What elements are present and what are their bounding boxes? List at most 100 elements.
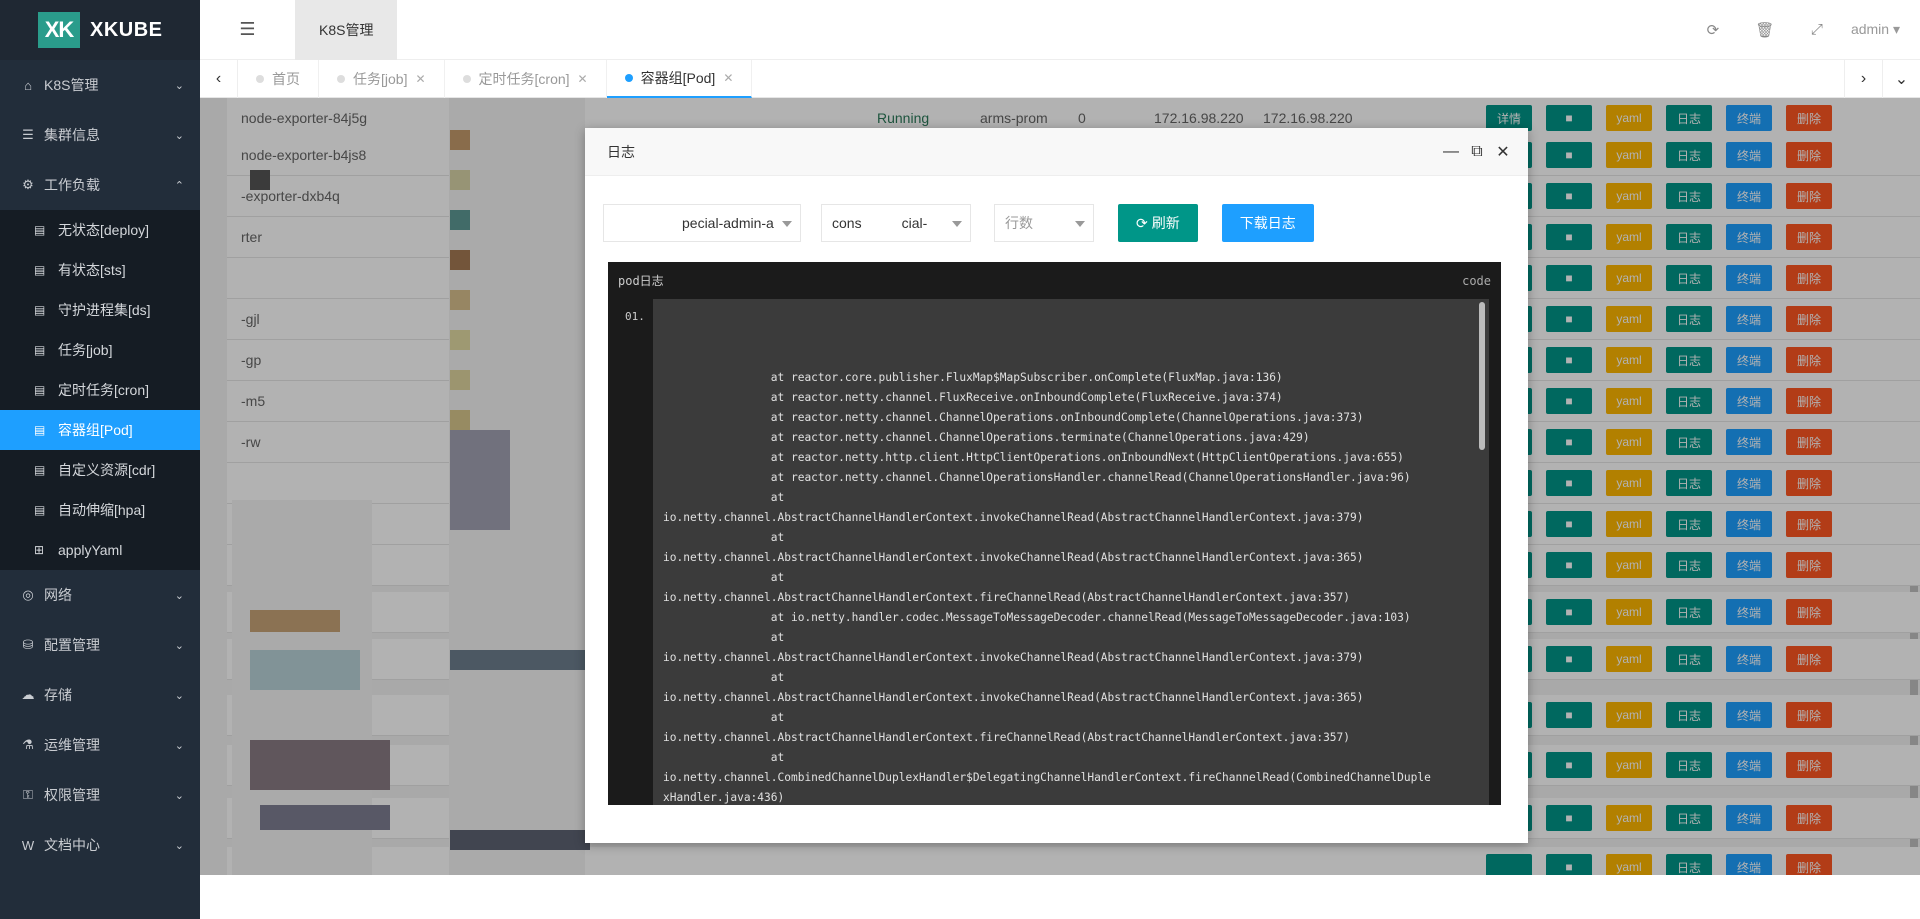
submenu-item[interactable]: ▤ 自动伸缩[hpa] <box>0 490 200 530</box>
header-actions: ⟳ 🗑 ⤢ admin ▾ <box>1687 21 1920 39</box>
log-line: at <box>663 491 785 504</box>
sidebar-item[interactable]: ◎ 网络 ⌄ <box>0 570 200 620</box>
page-tab[interactable]: 任务[job] ✕ <box>319 59 445 98</box>
log-content[interactable]: at reactor.core.publisher.FluxMap$MapSub… <box>653 299 1489 805</box>
submenu-item[interactable]: ▤ 任务[job] <box>0 330 200 370</box>
tab-dot-icon <box>624 73 633 82</box>
minimize-icon[interactable]: — <box>1438 143 1464 161</box>
chevron-down-icon: ⌄ <box>174 589 184 602</box>
dialog-title: 日志 <box>607 143 635 160</box>
sidebar-item[interactable]: ⚙ 工作负载 ⌃ <box>0 160 200 210</box>
code-lang: code <box>1462 273 1491 288</box>
sidebar-item[interactable]: ⛁ 配置管理 ⌄ <box>0 620 200 670</box>
chevron-down-icon: ⌄ <box>174 789 184 802</box>
sidebar-item[interactable]: ☁ 存储 ⌄ <box>0 670 200 720</box>
chevron-up-icon: ⌃ <box>174 179 184 192</box>
page-tab[interactable]: 首页 <box>238 59 319 98</box>
submenu-item-label: 定时任务[cron] <box>58 382 150 398</box>
sidebar-item[interactable]: ⌂ K8S管理 ⌄ <box>0 60 200 110</box>
code-title: pod日志 <box>618 274 664 288</box>
chevron-down-icon: ⌄ <box>174 129 184 142</box>
fullscreen-icon[interactable]: ⤢ <box>1791 21 1843 38</box>
submenu-item-label: 有状态[sts] <box>58 262 126 278</box>
pod-select-value: pecial-admin-a <box>682 215 774 231</box>
log-line: at <box>663 671 785 684</box>
tab-label: 定时任务[cron] <box>478 70 570 87</box>
database-icon: ⛁ <box>22 637 34 652</box>
download-log-button[interactable]: 下载日志 <box>1221 204 1314 242</box>
chevron-down-icon: ⌄ <box>174 839 184 852</box>
tab-close-icon[interactable]: ✕ <box>578 72 588 86</box>
code-area[interactable]: 01. at reactor.core.publisher.FluxMap$Ma… <box>608 299 1501 805</box>
code-scrollbar[interactable] <box>1479 302 1485 450</box>
submenu-item[interactable]: ⊞ applyYaml <box>0 530 200 570</box>
sidebar-item[interactable]: ⚗ 运维管理 ⌄ <box>0 720 200 770</box>
flask-icon: ⚗ <box>22 737 34 752</box>
sidebar-item-label: 文档中心 <box>44 837 100 853</box>
maximize-icon[interactable]: ⧉ <box>1464 143 1490 161</box>
sidebar-item[interactable]: ⚿ 权限管理 ⌄ <box>0 770 200 820</box>
tabs-prev-icon[interactable]: ‹ <box>200 59 238 98</box>
submenu-item[interactable]: ▤ 有状态[sts] <box>0 250 200 290</box>
page-tab[interactable]: 容器组[Pod] ✕ <box>606 59 753 98</box>
list-icon: ▤ <box>34 343 46 357</box>
submenu-item[interactable]: ▤ 守护进程集[ds] <box>0 290 200 330</box>
line-number: 01. <box>608 299 653 805</box>
tab-dot-icon <box>256 74 264 83</box>
refresh-button[interactable]: ⟳ 刷新 <box>1118 204 1198 242</box>
sidebar-item[interactable]: ☰ 集群信息 ⌄ <box>0 110 200 160</box>
tabs-next-icon[interactable]: › <box>1844 59 1882 98</box>
list-icon: ▤ <box>34 503 46 517</box>
user-menu[interactable]: admin ▾ <box>1851 21 1900 38</box>
workload-submenu: ▤ 无状态[deploy] ▤ 有状态[sts] ▤ 守护进程集[ds] ▤ 任务[job] ▤… <box>0 210 200 570</box>
logo-mark: XK <box>38 12 80 48</box>
log-line: at <box>663 571 785 584</box>
submenu-item-label: applyYaml <box>58 542 123 558</box>
list-icon: ▤ <box>34 303 46 317</box>
sidebar-item[interactable]: W 文档中心 ⌄ <box>0 820 200 870</box>
pod-select[interactable]: pecial-admin-a <box>603 204 801 242</box>
sidebar-item-label: 网络 <box>44 587 72 603</box>
dialog-body: pecial-admin-a cons cial- 行数 ⟳ 刷新 下载日志 p… <box>597 192 1512 818</box>
submenu-item[interactable]: ▤ 容器组[Pod] <box>0 410 200 450</box>
submenu-item-label: 守护进程集[ds] <box>58 302 151 318</box>
log-line: at reactor.core.publisher.FluxMap$MapSub… <box>663 371 1283 384</box>
log-line: at reactor.netty.channel.FluxReceive.onI… <box>663 391 1283 404</box>
submenu-item[interactable]: ▤ 自定义资源[cdr] <box>0 450 200 490</box>
list-icon: ▤ <box>34 263 46 277</box>
header-tab-k8s[interactable]: K8S管理 <box>295 0 398 60</box>
log-line: at <box>663 631 785 644</box>
log-code-block: pod日志 code 01. at reactor.core.publisher… <box>608 262 1501 805</box>
menu-toggle-icon[interactable]: ☰ <box>200 19 295 40</box>
chevron-down-icon: ⌄ <box>174 739 184 752</box>
log-line: at <box>663 711 785 724</box>
wordpress-icon: W <box>21 837 35 853</box>
page-tab[interactable]: 定时任务[cron] ✕ <box>445 59 607 98</box>
log-line: at <box>663 531 785 544</box>
lock-icon: ⚿ <box>23 787 33 802</box>
list-icon: ▤ <box>34 463 46 477</box>
tab-label: 首页 <box>272 70 300 87</box>
log-line: io.netty.channel.AbstractChannelHandlerC… <box>663 651 1364 664</box>
log-line: io.netty.channel.AbstractChannelHandlerC… <box>663 691 1364 704</box>
submenu-item-label: 无状态[deploy] <box>58 222 150 238</box>
logo[interactable]: XK XKUBE <box>0 0 200 60</box>
tab-dot-icon <box>337 74 345 83</box>
tabs-menu-icon[interactable]: ⌄ <box>1882 59 1920 98</box>
tab-close-icon[interactable]: ✕ <box>723 71 733 85</box>
list-icon: ▤ <box>34 223 46 237</box>
lines-select[interactable]: 行数 <box>994 204 1094 242</box>
submenu-item[interactable]: ▤ 无状态[deploy] <box>0 210 200 250</box>
container-select-value-b: cial- <box>901 215 928 231</box>
lines-select-placeholder: 行数 <box>1005 215 1033 231</box>
tab-close-icon[interactable]: ✕ <box>415 72 425 86</box>
refresh-icon[interactable]: ⟳ <box>1687 21 1739 39</box>
tab-label: 容器组[Pod] <box>640 69 716 86</box>
container-select[interactable]: cons cial- <box>821 204 971 242</box>
close-icon[interactable]: ✕ <box>1490 142 1516 162</box>
submenu-item[interactable]: ▤ 定时任务[cron] <box>0 370 200 410</box>
page-bottom <box>200 875 1920 919</box>
trash-icon[interactable]: 🗑 <box>1739 21 1791 39</box>
caret-down-icon <box>1075 221 1085 227</box>
submenu-item-label: 自定义资源[cdr] <box>58 462 156 478</box>
